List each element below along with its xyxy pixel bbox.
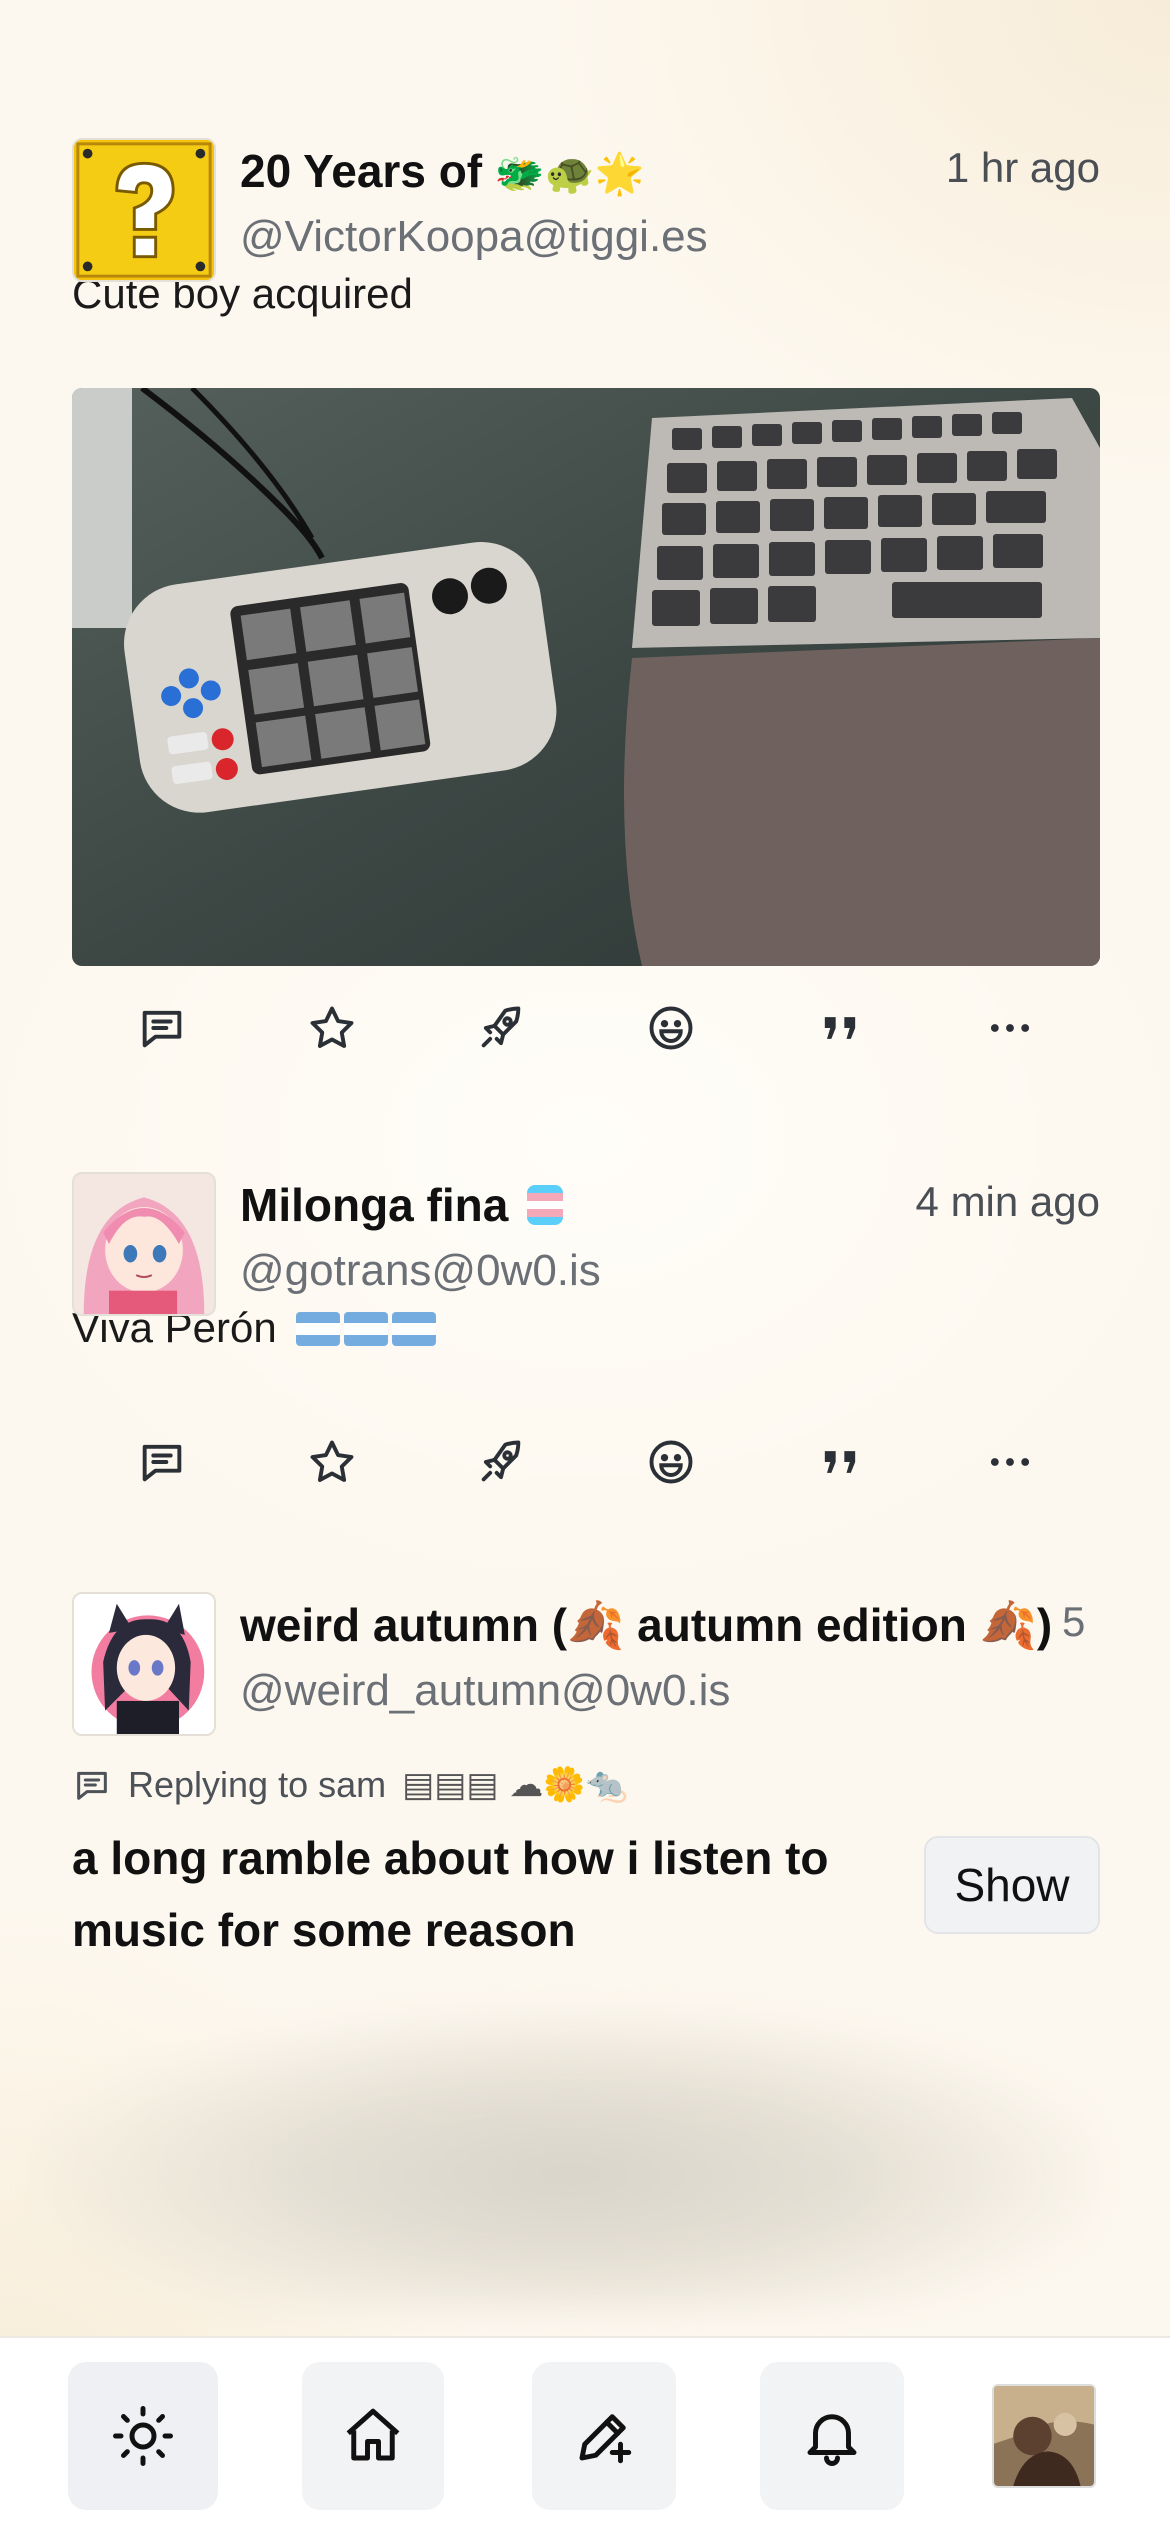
bottom-navigation (0, 2336, 1170, 2532)
home-icon (346, 2408, 400, 2461)
bell-icon (807, 2414, 857, 2466)
display-name-text: 20 Years of (240, 145, 483, 197)
quote-button[interactable] (810, 1432, 870, 1492)
user-handle[interactable]: @weird_autumn@0w0.is (240, 1666, 730, 1716)
compose-button[interactable] (532, 2362, 676, 2510)
anime-girl-avatar (74, 1174, 214, 1314)
keyboard-photo (72, 388, 1100, 966)
star-icon (310, 1006, 354, 1048)
note-actions (72, 1412, 1100, 1512)
avatar[interactable] (72, 1592, 216, 1736)
note-header: 20 Years of 🐲🐢🌟 @VictorKoopa@tiggi.es 1 … (72, 138, 1100, 284)
quote-button[interactable] (810, 998, 870, 1058)
reply-context[interactable]: Replying to sam ▤▤▤ ☁🌼🐀 (72, 1764, 1100, 1806)
note: 20 Years of 🐲🐢🌟 @VictorKoopa@tiggi.es 1 … (72, 138, 1100, 1078)
reply-emojis: ▤▤▤ ☁🌼🐀 (402, 1765, 628, 1805)
note-actions (72, 978, 1100, 1078)
name-emojis: 🐲🐢🌟 (494, 151, 645, 197)
note-header: Milonga fina @gotrans@0w0.is 4 min ago (72, 1172, 1100, 1318)
favorite-button[interactable] (302, 998, 362, 1058)
reply-icon (142, 1010, 182, 1048)
display-name[interactable]: weird autumn (🍂 autumn edition 🍂) (240, 1598, 1060, 1653)
theme-toggle-button[interactable] (68, 2362, 218, 2510)
user-handle[interactable]: @gotrans@0w0.is (240, 1246, 601, 1296)
blurred-content (40, 2010, 1100, 2310)
timestamp[interactable]: 4 min ago (916, 1178, 1100, 1226)
home-button[interactable] (302, 2362, 444, 2510)
rocket-icon (481, 1006, 521, 1048)
boost-button[interactable] (471, 998, 531, 1058)
smile-icon (649, 1440, 693, 1484)
user-handle[interactable]: @VictorKoopa@tiggi.es (240, 212, 708, 262)
note-header: weird autumn (🍂 autumn edition 🍂) 5 @wei… (72, 1592, 1100, 1738)
reply-to-label: Replying to sam (128, 1764, 387, 1805)
reaction-button[interactable] (641, 1432, 701, 1492)
sun-icon (113, 2406, 173, 2466)
trans-flag-emoji (527, 1185, 564, 1225)
content-warning-text: a long ramble about how i listen to musi… (72, 1832, 829, 1956)
more-icon (990, 1458, 1030, 1466)
avatar[interactable] (72, 1172, 216, 1316)
timestamp[interactable]: 1 hr ago (946, 144, 1100, 192)
more-button[interactable] (980, 1432, 1040, 1492)
question-block-icon (74, 140, 214, 280)
reply-button[interactable] (132, 998, 192, 1058)
cat-girl-avatar (74, 1594, 214, 1734)
rocket-icon (481, 1440, 521, 1482)
profile-avatar[interactable] (992, 2384, 1096, 2488)
note: weird autumn (🍂 autumn edition 🍂) 5 @wei… (72, 1592, 1100, 1966)
show-content-button[interactable]: Show (924, 1836, 1100, 1934)
smile-icon (649, 1006, 693, 1050)
more-button[interactable] (980, 998, 1040, 1058)
pencil-plus-icon (579, 2414, 632, 2464)
reaction-button[interactable] (641, 998, 701, 1058)
reply-button[interactable] (132, 1432, 192, 1492)
display-name-text: Milonga fina (240, 1179, 509, 1231)
timestamp[interactable]: 5 (1062, 1598, 1102, 1646)
notifications-button[interactable] (760, 2362, 904, 2510)
boost-button[interactable] (471, 1432, 531, 1492)
reply-icon (77, 1771, 107, 1800)
content-warning: a long ramble about how i listen to musi… (72, 1822, 1100, 1966)
favorite-button[interactable] (302, 1432, 362, 1492)
more-icon (990, 1024, 1030, 1032)
display-name[interactable]: Milonga fina (240, 1178, 564, 1232)
reply-icon (142, 1444, 182, 1482)
profile-image (994, 2386, 1094, 2486)
quote-icon (825, 1017, 856, 1039)
avatar[interactable] (72, 138, 216, 282)
note: Milonga fina @gotrans@0w0.is 4 min ago V… (72, 1172, 1100, 1512)
attached-image[interactable] (72, 388, 1100, 966)
quote-icon (825, 1451, 856, 1473)
star-icon (310, 1440, 354, 1482)
display-name[interactable]: 20 Years of 🐲🐢🌟 (240, 144, 644, 198)
